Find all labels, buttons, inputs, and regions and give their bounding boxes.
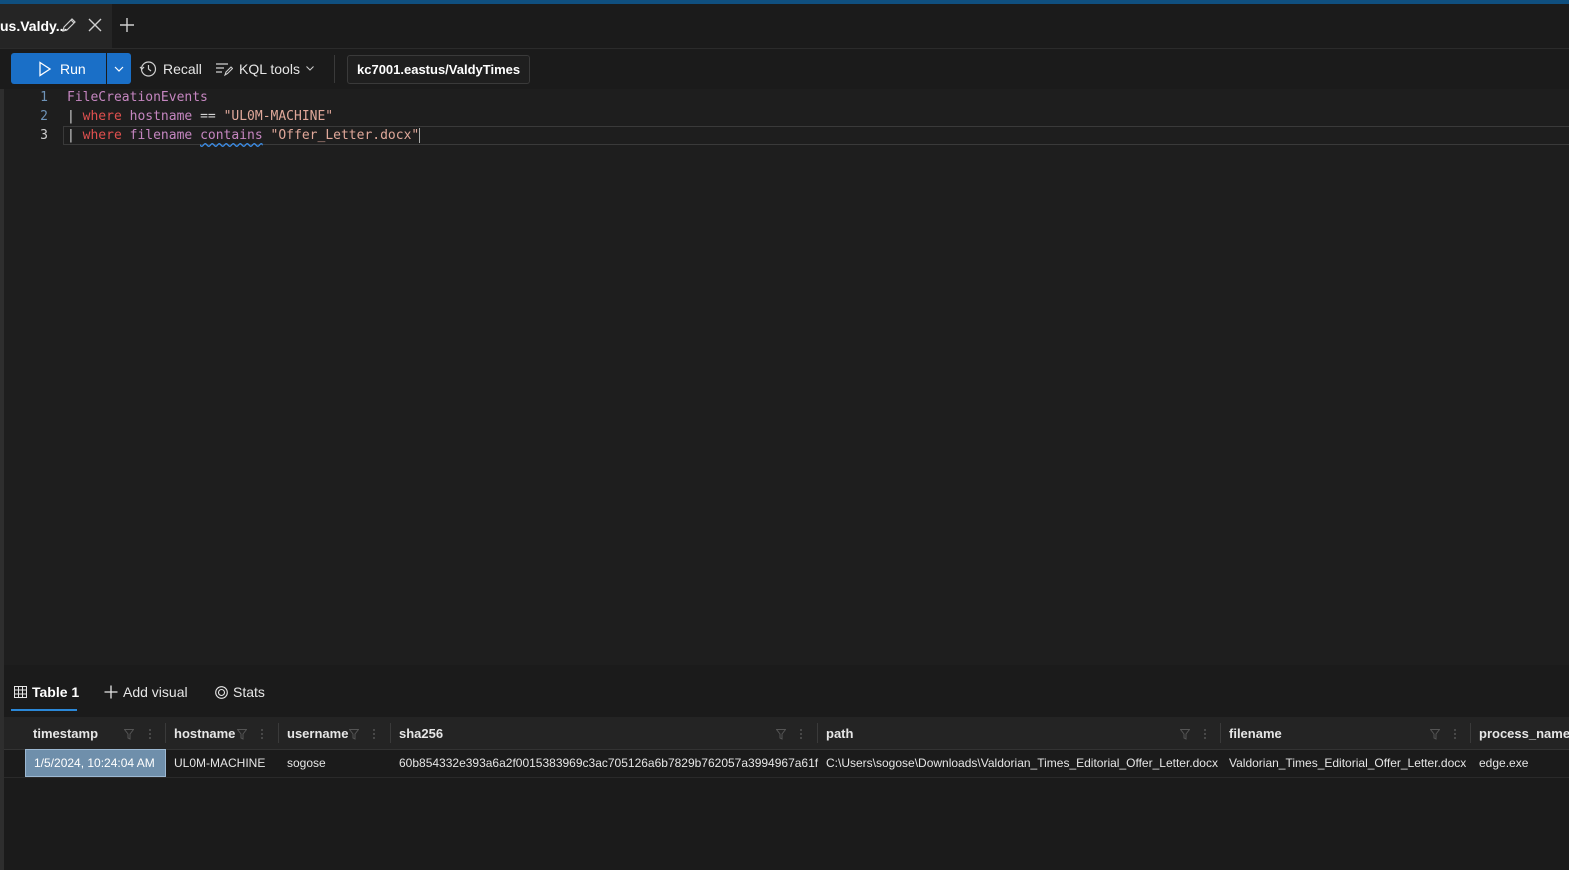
column-menu-icon[interactable] [148, 727, 152, 741]
column-divider[interactable] [1470, 723, 1471, 743]
kql-tools-label: KQL tools [239, 60, 300, 77]
plus-icon [104, 685, 118, 699]
pipe-token: | [67, 128, 75, 143]
filter-icon[interactable] [776, 727, 786, 741]
table-name-token: FileCreationEvents [67, 90, 208, 105]
column-divider[interactable] [278, 723, 279, 743]
pipe-token: | [67, 109, 75, 124]
filter-icon[interactable] [124, 727, 134, 741]
column-header-path[interactable]: path [826, 717, 853, 749]
column-header-filename[interactable]: filename [1229, 717, 1282, 749]
code-line: FileCreationEvents [67, 90, 208, 105]
code-line: | where hostname == "UL0M-MACHINE" [67, 109, 333, 124]
tab-table-1-label: Table 1 [32, 684, 80, 700]
column-menu-icon[interactable] [372, 727, 376, 741]
cell-timestamp[interactable]: 1/5/2024, 10:24:04 AM [25, 749, 166, 777]
keyword-token: where [82, 109, 122, 124]
operator-token: == [200, 109, 216, 124]
results-table-header: timestamp hostname username sha256 path … [4, 717, 1569, 750]
recall-button[interactable]: Recall [139, 53, 202, 84]
cell-filename[interactable]: Valdorian_Times_Editorial_Offer_Letter.d… [1229, 749, 1466, 777]
line-number: 1 [40, 90, 48, 105]
line-number: 3 [40, 128, 48, 143]
column-menu-icon[interactable] [1453, 727, 1457, 741]
column-menu-icon[interactable] [1203, 727, 1207, 741]
kql-tools-icon [216, 62, 233, 76]
tab-table-1[interactable]: Table 1 [14, 677, 79, 707]
stats-icon [215, 685, 228, 699]
code-line: | where filename contains "Offer_Letter.… [67, 128, 421, 143]
table-row[interactable]: 1/5/2024, 10:24:04 AM UL0M-MACHINE sogos… [4, 749, 1569, 778]
query-editor[interactable]: 1 FileCreationEvents 2 | where hostname … [4, 89, 1569, 665]
editor-line-3: 3 | where filename contains "Offer_Lette… [4, 128, 1569, 147]
column-menu-icon[interactable] [260, 727, 264, 741]
column-divider[interactable] [817, 723, 818, 743]
text-cursor [419, 128, 421, 143]
recall-label: Recall [163, 60, 202, 77]
column-token: hostname [129, 109, 193, 124]
string-token: "UL0M-MACHINE" [223, 109, 334, 124]
toolbar-divider [334, 55, 335, 83]
tab-bar: us.Valdy... [0, 4, 1569, 49]
query-tab[interactable]: us.Valdy... [0, 4, 112, 48]
editor-line-1: 1 FileCreationEvents [4, 90, 1569, 109]
column-header-hostname[interactable]: hostname [174, 717, 235, 749]
cell-sha256[interactable]: 60b854332e393a6a2f0015383969c3ac705126a6… [399, 749, 818, 777]
cell-username[interactable]: sogose [287, 749, 326, 777]
filter-icon[interactable] [1430, 727, 1440, 741]
history-icon [139, 60, 157, 77]
line-number: 2 [40, 109, 48, 124]
column-header-username[interactable]: username [287, 717, 348, 749]
column-token: filename [129, 128, 193, 143]
column-header-sha256[interactable]: sha256 [399, 717, 443, 749]
cluster-database-selector[interactable]: kc7001.eastus/ValdyTimes [347, 55, 531, 84]
table-icon [14, 686, 27, 698]
tab-title: us.Valdy... [0, 18, 68, 34]
run-options-dropdown[interactable] [107, 53, 131, 84]
add-visual-label: Add visual [123, 684, 188, 700]
active-tab-indicator [11, 709, 77, 711]
operator-token: contains [200, 128, 263, 143]
results-pane: Table 1 Add visual Stats timestamp hostn… [4, 665, 1569, 870]
filter-icon[interactable] [1180, 727, 1190, 741]
cell-process-name[interactable]: edge.exe [1479, 749, 1528, 777]
filter-icon[interactable] [237, 727, 247, 741]
column-menu-icon[interactable] [799, 727, 803, 741]
chevron-down-icon [306, 66, 314, 71]
chevron-down-icon [114, 66, 124, 72]
column-header-timestamp[interactable]: timestamp [33, 717, 98, 749]
stats-label: Stats [233, 684, 265, 700]
column-divider[interactable] [165, 723, 166, 743]
tab-stats[interactable]: Stats [215, 677, 265, 707]
filter-icon[interactable] [349, 727, 359, 741]
pencil-icon[interactable] [60, 16, 78, 34]
add-tab-icon[interactable] [118, 16, 136, 34]
play-icon [39, 60, 52, 77]
add-visual-button[interactable]: Add visual [104, 677, 188, 707]
kql-tools-menu[interactable]: KQL tools [215, 53, 314, 84]
column-divider[interactable] [1220, 723, 1221, 743]
column-header-process-name[interactable]: process_name [1479, 717, 1569, 749]
keyword-token: where [82, 128, 122, 143]
column-divider[interactable] [390, 723, 391, 743]
cell-hostname[interactable]: UL0M-MACHINE [174, 749, 265, 777]
close-icon[interactable] [86, 16, 104, 34]
run-button-label: Run [60, 60, 86, 77]
query-toolbar: Run Recall KQL tools kc7001.eastus/Valdy… [0, 49, 1569, 89]
run-button[interactable]: Run [11, 53, 106, 84]
string-token: "Offer_Letter.docx" [270, 128, 420, 143]
cell-path[interactable]: C:\Users\sogose\Downloads\Valdorian_Time… [826, 749, 1218, 777]
